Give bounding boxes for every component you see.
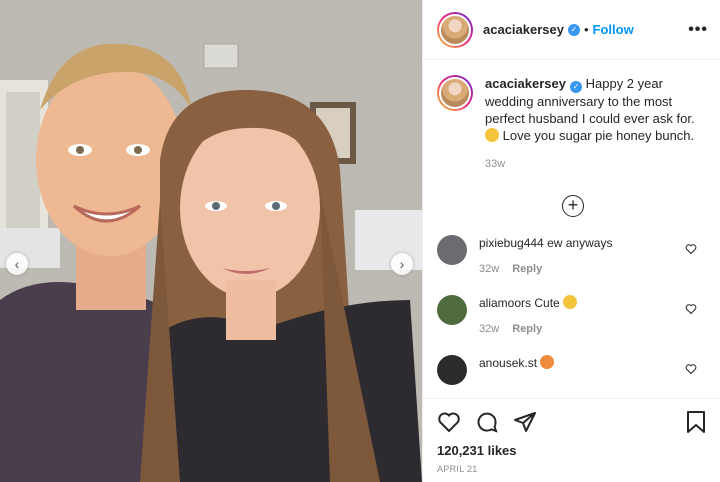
photo-illustration [0, 0, 422, 482]
follow-button[interactable]: Follow [593, 22, 634, 37]
post-header: acaciakersey ✓ • Follow ••• [423, 0, 720, 60]
heart-eyes-emoji-icon [540, 355, 555, 369]
comment-item: aliamoors Cute 32w Reply [437, 295, 709, 337]
instagram-post: ‹ › acaciakersey ✓ • Follow ••• acaciake… [0, 0, 720, 482]
heart-icon[interactable] [685, 243, 697, 255]
reply-button[interactable]: Reply [512, 323, 542, 335]
likes-count[interactable]: 120,231 likes [437, 443, 707, 458]
caption-username[interactable]: acaciakersey [485, 76, 566, 91]
heart-icon[interactable] [685, 363, 697, 375]
comment-icon[interactable] [475, 410, 499, 434]
more-options-icon[interactable]: ••• [688, 21, 708, 39]
caption-text-end: Love you sugar pie honey bunch. [502, 128, 695, 143]
comment-avatar[interactable] [437, 355, 467, 385]
post-actions: 120,231 likes APRIL 21 [423, 398, 720, 474]
caption-avatar[interactable] [437, 75, 473, 111]
smiling-emoji-icon [563, 295, 578, 309]
caption-time: 33w [485, 158, 506, 170]
chevron-right-icon[interactable]: › [391, 253, 413, 275]
verified-badge-icon: ✓ [569, 81, 582, 93]
post-side-panel: acaciakersey ✓ • Follow ••• acaciakersey… [422, 0, 720, 482]
comment-avatar[interactable] [437, 295, 467, 325]
post-date: APRIL 21 [437, 464, 478, 474]
chevron-left-icon[interactable]: ‹ [6, 253, 28, 275]
comments-section[interactable]: acaciakersey ✓ Happy 2 year wedding anniv… [423, 61, 720, 398]
post-photo[interactable]: ‹ › [0, 0, 422, 482]
load-more-comments-button[interactable]: + [562, 195, 584, 217]
emoji-icon [485, 128, 499, 142]
reply-button[interactable]: Reply [512, 263, 542, 275]
comment-time: 32w [479, 323, 500, 335]
bookmark-icon[interactable] [685, 410, 707, 434]
share-icon[interactable] [513, 410, 537, 434]
separator-dot: • [583, 22, 589, 37]
author-username[interactable]: acaciakersey [483, 22, 564, 37]
comment-text: Cute [534, 296, 560, 310]
comment-text: ew anyways [547, 236, 613, 250]
comment-avatar[interactable] [437, 235, 467, 265]
comment-username[interactable]: aliamoors [479, 296, 531, 310]
comment-item: pixiebug444 ew anyways 32w Reply [437, 235, 709, 277]
author-avatar[interactable] [437, 11, 473, 48]
comment-time: 32w [479, 263, 500, 275]
verified-badge-icon: ✓ [567, 23, 580, 36]
comment-item: anousek.st [437, 355, 709, 385]
heart-icon[interactable] [685, 303, 697, 315]
caption: acaciakersey ✓ Happy 2 year wedding anniv… [437, 75, 709, 173]
heart-icon[interactable] [437, 410, 461, 434]
comment-username[interactable]: pixiebug444 [479, 236, 544, 250]
comment-username[interactable]: anousek.st [479, 356, 537, 370]
